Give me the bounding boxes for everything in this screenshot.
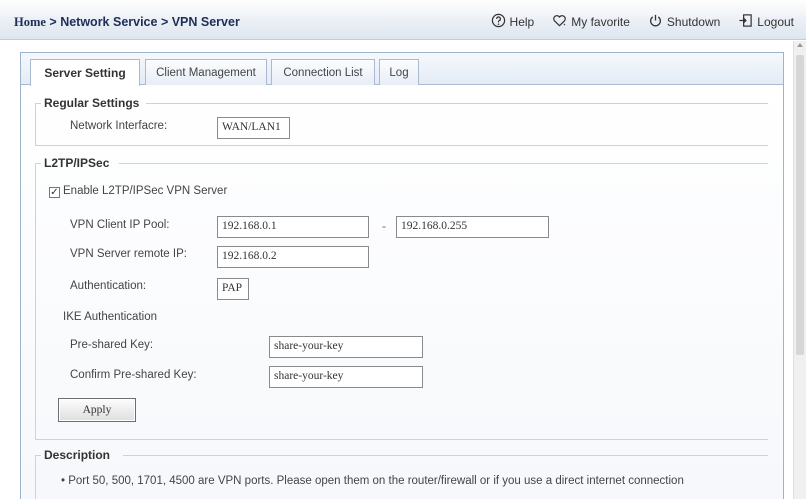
fieldset-border xyxy=(35,103,41,104)
fieldset-border xyxy=(35,103,36,145)
fieldset-border xyxy=(35,163,36,439)
client-ip-pool-start-input[interactable]: 192.168.0.1 xyxy=(217,216,369,238)
fieldset-border xyxy=(35,145,768,146)
scroll-up-arrow-icon[interactable] xyxy=(797,43,803,47)
heart-icon xyxy=(552,13,567,31)
enable-l2tp-label: Enable L2TP/IPSec VPN Server xyxy=(63,185,228,197)
regular-settings-title: Regular Settings xyxy=(44,96,140,110)
confirm-pre-shared-key-label: Confirm Pre-shared Key: xyxy=(70,369,197,381)
description-text: • Port 50, 500, 1701, 4500 are VPN ports… xyxy=(61,475,684,487)
fieldset-border xyxy=(35,455,36,499)
l2tp-ipsec-title: L2TP/IPSec xyxy=(44,156,110,170)
tab-client-management[interactable]: Client Management xyxy=(145,59,267,85)
pre-shared-key-label: Pre-shared Key: xyxy=(70,339,154,351)
favorite-label: My favorite xyxy=(571,15,630,29)
fieldset-border xyxy=(35,455,41,456)
logout-icon xyxy=(738,13,753,31)
breadcrumb-section[interactable]: Network Service xyxy=(60,15,157,29)
server-remote-ip-label: VPN Server remote IP: xyxy=(70,248,187,260)
network-interface-label: Network Interfacre: xyxy=(70,120,168,132)
fieldset-border xyxy=(35,439,768,440)
enable-l2tp-checkbox[interactable]: ✓ xyxy=(49,187,60,198)
vertical-scrollbar[interactable] xyxy=(793,41,806,499)
apply-button[interactable]: Apply xyxy=(58,398,136,422)
client-ip-pool-label: VPN Client IP Pool: xyxy=(70,219,170,231)
server-setting-content: Regular Settings Network Interfacre: WAN… xyxy=(21,86,783,499)
scroll-thumb[interactable] xyxy=(796,55,804,355)
authentication-label: Authentication: xyxy=(70,280,147,292)
ip-range-separator: - xyxy=(382,219,386,233)
client-ip-pool-end-input[interactable]: 192.168.0.255 xyxy=(396,216,549,238)
authentication-select[interactable]: PAP xyxy=(217,278,249,300)
tab-log[interactable]: Log xyxy=(379,59,419,85)
shutdown-link[interactable]: Shutdown xyxy=(648,13,720,31)
top-nav: Help My favorite Shutdown Logout xyxy=(491,13,794,31)
top-bar: Home > Network Service > VPN Server Help… xyxy=(0,0,806,40)
fieldset-border xyxy=(146,103,768,104)
tab-bar: Server Setting Client Management Connect… xyxy=(21,53,783,86)
confirm-pre-shared-key-input[interactable]: share-your-key xyxy=(269,366,423,388)
help-link[interactable]: Help xyxy=(491,13,535,31)
breadcrumb-home[interactable]: Home xyxy=(14,15,46,29)
tab-server-setting[interactable]: Server Setting xyxy=(30,59,140,86)
power-icon xyxy=(648,13,663,31)
breadcrumb-page: VPN Server xyxy=(171,15,240,29)
tab-connection-list[interactable]: Connection List xyxy=(271,59,375,85)
breadcrumb-separator: > xyxy=(157,15,172,29)
logout-link[interactable]: Logout xyxy=(738,13,794,31)
help-icon xyxy=(491,13,506,31)
server-remote-ip-input[interactable]: 192.168.0.2 xyxy=(217,246,369,268)
breadcrumb-separator: > xyxy=(45,15,61,29)
network-interface-select[interactable]: WAN/LAN1 xyxy=(217,117,290,139)
help-label: Help xyxy=(509,15,535,29)
favorite-link[interactable]: My favorite xyxy=(552,13,630,31)
ike-authentication-label: IKE Authentication xyxy=(63,311,157,323)
fieldset-border xyxy=(123,455,768,456)
breadcrumb: Home > Network Service > VPN Server xyxy=(14,15,240,30)
pre-shared-key-input[interactable]: share-your-key xyxy=(269,336,423,358)
description-title: Description xyxy=(44,448,111,462)
logout-label: Logout xyxy=(757,15,794,29)
vpn-server-panel: Server Setting Client Management Connect… xyxy=(20,52,784,499)
shutdown-label: Shutdown xyxy=(666,15,721,29)
fieldset-border xyxy=(35,163,41,164)
fieldset-border xyxy=(119,163,768,164)
